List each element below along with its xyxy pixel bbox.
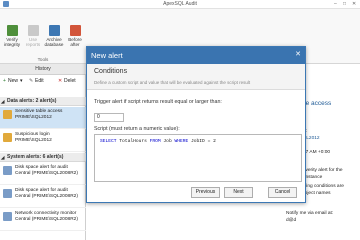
trigger-value-field[interactable]: 0 <box>94 113 124 122</box>
use-reports-button: Use reports <box>23 25 43 47</box>
group-data-alerts-label: Data alerts: 2 alert(s) <box>7 98 57 104</box>
data-alert-icon <box>3 110 12 119</box>
pencil-icon: ✎ <box>29 78 34 84</box>
alert-server: PRIME\SQL2012 <box>15 115 52 120</box>
delete-label: Delet <box>64 78 76 84</box>
cancel-button[interactable]: Cancel <box>268 187 297 198</box>
sql-keyword: FROM <box>149 139 161 144</box>
collapse-icon[interactable]: ◢ <box>1 153 4 162</box>
list-item[interactable]: Disk space alert for audit Central (PRIM… <box>0 163 86 185</box>
title-bar: ApexSQL Audit – □ ✕ <box>0 0 360 9</box>
archive-database-button[interactable]: Archive database <box>44 25 64 47</box>
close-icon[interactable]: ✕ <box>352 1 356 7</box>
dropdown-icon[interactable]: ▾ <box>20 76 23 87</box>
alert-server: Central (PRIME\SQL2008R2) <box>15 194 78 199</box>
dialog-title: New alert <box>87 47 305 64</box>
sql-keyword: SELECT <box>100 139 117 144</box>
alerts-panel: History + New ▾ ✎ Edit ✕ Delet ◢ Data al… <box>0 64 86 240</box>
list-item[interactable]: Disk space alert for audit Central (PRIM… <box>0 186 86 208</box>
archive-icon <box>48 25 60 36</box>
alert-server: Central (PRIME\SQL2008R2) <box>15 171 78 176</box>
trigger-label: Trigger alert if script returns result e… <box>94 99 222 105</box>
collapse-icon[interactable]: ◢ <box>1 97 4 106</box>
dialog-close-icon[interactable]: ✕ <box>295 50 301 58</box>
new-alert-dialog: New alert ✕ Conditions Define a custom s… <box>86 46 306 203</box>
system-alert-icon <box>3 166 12 175</box>
reports-icon <box>27 25 39 36</box>
notify-value: d@d <box>286 218 297 223</box>
list-item[interactable]: Suspicious login PRIME\SQL2012 <box>0 130 86 152</box>
minimize-icon[interactable]: – <box>334 1 337 7</box>
plus-icon: + <box>3 78 6 84</box>
dialog-header: Conditions Define a custom script and va… <box>87 64 305 90</box>
group-data-alerts[interactable]: ◢ Data alerts: 2 alert(s) <box>0 97 86 106</box>
edit-label: Edit <box>35 78 44 84</box>
system-alert-icon <box>3 212 12 221</box>
notify-label: Notify me via email at: <box>286 211 334 216</box>
group-system-alerts-label: System alerts: 6 alert(s) <box>7 154 64 160</box>
before-after-button[interactable]: Before after <box>65 25 85 47</box>
archive-database-label: Archive database <box>44 37 64 47</box>
new-label: New <box>8 78 19 84</box>
sql-text: JobID = 2 <box>188 139 216 144</box>
conditions-heading: Conditions <box>94 68 128 75</box>
previous-button[interactable]: Previous <box>191 187 220 198</box>
before-after-icon <box>69 25 81 36</box>
ribbon-group-tools: Tools <box>37 57 49 62</box>
tab-history[interactable]: History <box>0 64 86 75</box>
data-alert-icon <box>3 133 12 142</box>
next-button[interactable]: Next <box>224 187 253 198</box>
delete-icon: ✕ <box>58 78 63 84</box>
alert-server: Central (PRIME\SQL2008R2) <box>15 217 78 222</box>
verify-icon <box>6 25 18 36</box>
group-system-alerts[interactable]: ◢ System alerts: 6 alert(s) <box>0 153 86 162</box>
before-after-label: Before after <box>68 37 82 47</box>
maximize-icon[interactable]: □ <box>343 1 346 7</box>
list-item[interactable]: Network connectivity monitor Central (PR… <box>0 209 86 231</box>
alert-server: PRIME\SQL2012 <box>15 138 52 143</box>
script-label: Script (must return a numeric value): <box>94 126 180 132</box>
system-alert-icon <box>3 189 12 198</box>
sql-keyword: WHERE <box>174 139 189 144</box>
alerts-toolbar: + New ▾ ✎ Edit ✕ Delet <box>0 76 86 87</box>
window-title: ApexSQL Audit <box>163 1 197 7</box>
use-reports-label: Use reports <box>25 37 41 47</box>
verify-integrity-label: Verify integrity <box>3 37 21 47</box>
script-editor[interactable]: SELECT TotalHours FROM Job WHERE JobID =… <box>94 134 302 182</box>
verify-integrity-button[interactable]: Verify integrity <box>2 25 22 47</box>
sql-text: TotalHours <box>116 139 150 144</box>
conditions-subheading: Define a custom script and value that wi… <box>94 80 251 85</box>
list-item[interactable]: Sensitive table access PRIME\SQL2012 <box>0 107 86 129</box>
sql-text: Job <box>160 139 175 144</box>
